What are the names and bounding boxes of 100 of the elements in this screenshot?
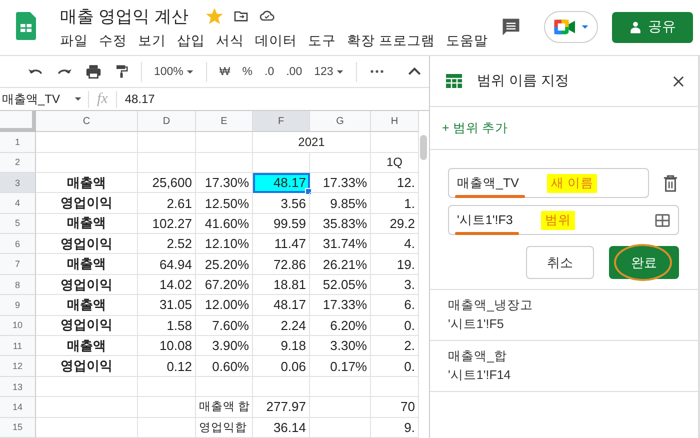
table-cell: 25,600 (138, 172, 196, 194)
table-cell: 매출액 합 (196, 397, 253, 418)
row-header[interactable]: 6 (0, 234, 36, 254)
menu-item[interactable]: 보기 (138, 32, 166, 50)
column-header[interactable]: H (371, 111, 419, 132)
table-cell: 영업익합 (196, 418, 253, 438)
table-cell: 277.97 (253, 397, 310, 418)
table-cell: 6. (371, 295, 419, 316)
table-cell: 3. (371, 274, 419, 296)
table-cell: 12. (371, 172, 419, 194)
video-call-button[interactable] (544, 11, 598, 43)
menu-item[interactable]: 서식 (216, 32, 244, 50)
table-cell: 31.74% (310, 234, 371, 254)
name-box[interactable]: 매출액_TV (0, 90, 89, 108)
caret-icon (186, 68, 194, 76)
decrease-decimal-button[interactable]: .0 (264, 66, 274, 78)
table-cell: 19. (371, 254, 419, 275)
table-cell: 9.85% (310, 193, 371, 214)
menu-item[interactable]: 도구 (308, 32, 336, 50)
sheets-logo-icon[interactable] (16, 12, 36, 40)
column-header[interactable]: D (138, 111, 196, 132)
star-icon[interactable] (206, 8, 224, 24)
table-cell: 26.21% (310, 254, 371, 275)
row-header[interactable]: 1 (0, 132, 36, 153)
menu-item[interactable]: 확장 프로그램 (347, 32, 435, 50)
table-cell: 2. (371, 336, 419, 356)
caret-icon (581, 23, 589, 31)
caret-icon (74, 95, 82, 104)
table-cell: 매출액 (36, 214, 138, 234)
more-icon[interactable] (369, 69, 386, 74)
formula-input[interactable]: 48.17 (116, 92, 155, 106)
column-header[interactable]: C (36, 111, 138, 132)
currency-format-button[interactable]: ₩ (219, 66, 230, 78)
highlight-note: 범위 (540, 210, 575, 230)
table-cell: 9. (371, 418, 419, 438)
table-cell: 0.06 (253, 356, 310, 377)
print-icon[interactable] (85, 63, 102, 80)
row-header[interactable]: 13 (0, 376, 36, 398)
table-cell: 48.17 (253, 172, 310, 194)
row-header[interactable]: 7 (0, 254, 36, 275)
percent-format-button[interactable]: % (242, 66, 253, 78)
table-cell: 12.50% (196, 193, 253, 214)
done-button[interactable]: 완료 (609, 246, 679, 279)
menu-item[interactable]: 삽입 (177, 32, 205, 50)
row-header[interactable]: 15 (0, 418, 36, 438)
table-cell: 25.20% (196, 254, 253, 275)
row-header[interactable]: 3 (0, 172, 36, 194)
range-name[interactable]: 매출액_냉장고 (448, 297, 698, 314)
table-cell: 29.2 (371, 214, 419, 234)
table-cell: 영업이익 (36, 193, 138, 214)
close-icon[interactable] (673, 76, 684, 86)
range-name[interactable]: 매출액_합 (448, 348, 698, 365)
column-header[interactable]: F (253, 111, 310, 132)
underline-mark (455, 232, 519, 234)
row-header[interactable]: 4 (0, 193, 36, 214)
table-cell: 64.94 (138, 254, 196, 275)
table-cell: 2.52 (138, 234, 196, 254)
scrollbar[interactable] (420, 135, 427, 160)
trash-icon[interactable] (663, 174, 678, 192)
increase-decimal-button[interactable]: .00 (286, 66, 302, 78)
menu-item[interactable]: 도움말 (446, 32, 488, 50)
table-cell: 2.61 (138, 193, 196, 214)
document-title[interactable]: 매출 영업익 계산 (60, 4, 188, 28)
table-cell: 1. (371, 193, 419, 214)
table-cell: 영업이익 (36, 274, 138, 296)
add-range-link[interactable]: + 범위 추가 (442, 120, 508, 136)
grid-select-icon[interactable] (655, 214, 670, 226)
collapse-icon[interactable] (408, 67, 421, 76)
table-cell: 36.14 (253, 418, 310, 438)
menu-item[interactable]: 파일 (60, 32, 88, 50)
range-input-field[interactable]: '시트1'!F3 범위 (448, 205, 679, 235)
row-header[interactable]: 5 (0, 214, 36, 234)
table-cell: 3.90% (196, 336, 253, 356)
table-cell: 7.60% (196, 316, 253, 336)
row-header[interactable]: 10 (0, 316, 36, 336)
paint-format-icon[interactable] (114, 63, 129, 80)
row-header[interactable]: 8 (0, 274, 36, 296)
table-cell: 9.18 (253, 336, 310, 356)
name-input-field[interactable]: 매출액_TV 새 이름 (448, 168, 649, 198)
panel-title: 범위 이름 지정 (477, 72, 569, 90)
row-header[interactable]: 9 (0, 295, 36, 316)
row-header[interactable]: 12 (0, 356, 36, 377)
row-header[interactable]: 2 (0, 152, 36, 173)
row-header[interactable]: 14 (0, 397, 36, 418)
table-cell: 41.60% (196, 214, 253, 234)
range-reference: '시트1'!F14 (448, 367, 512, 384)
menu-item[interactable]: 수정 (99, 32, 127, 50)
fill-handle[interactable] (305, 188, 312, 196)
underline-mark (455, 194, 525, 198)
menu-item[interactable]: 데이터 (255, 32, 297, 50)
comment-icon[interactable] (500, 16, 522, 38)
column-header[interactable]: G (310, 111, 371, 132)
number-format-dropdown[interactable]: 123 (314, 66, 344, 78)
table-cell: 72.86 (253, 254, 310, 275)
row-header[interactable]: 11 (0, 336, 36, 356)
cancel-button[interactable]: 취소 (526, 246, 594, 279)
table-cell: 매출액 (36, 254, 138, 275)
share-button[interactable]: 공유 (612, 12, 693, 42)
table-cell: 영업이익 (36, 356, 138, 377)
zoom-dropdown[interactable]: 100% (154, 66, 194, 78)
